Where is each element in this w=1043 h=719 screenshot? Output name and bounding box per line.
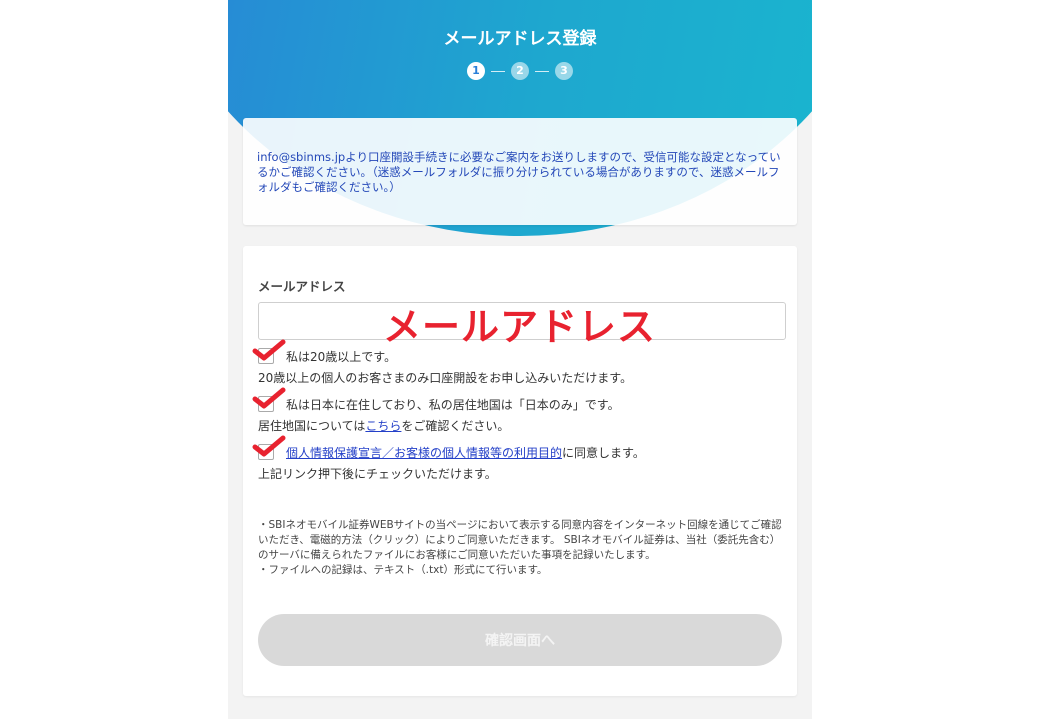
confirm-button[interactable]: 確認画面へ xyxy=(258,614,782,666)
privacy-check-label: 個人情報保護宣言／お客様の個人情報等の利用目的に同意します。 xyxy=(286,444,645,461)
residence-check-note: 居住地国についてはこちらをご確認ください。 xyxy=(258,417,509,434)
red-checkmark-icon xyxy=(252,435,286,457)
step-divider xyxy=(491,70,505,72)
notice-text: info@sbinms.jpより口座開設手続きに必要なご案内をお送りしますので、… xyxy=(257,150,781,194)
privacy-policy-link[interactable]: 個人情報保護宣言／お客様の個人情報等の利用目的 xyxy=(286,446,562,460)
residence-info-link[interactable]: こちら xyxy=(365,419,401,433)
disclaimer-format: ・ファイルへの記録は、テキスト（.txt）形式にて行います。 xyxy=(258,564,548,576)
step-divider xyxy=(535,70,549,72)
residence-check-label: 私は日本に在住しており、私の居住地国は「日本のみ」です。 xyxy=(286,398,620,412)
privacy-check-note: 上記リンク押下後にチェックいただけます。 xyxy=(258,467,497,481)
step-indicator: 1 2 3 xyxy=(228,62,812,80)
age-check-note: 20歳以上の個人のお客さまのみ口座開設をお申し込みいただけます。 xyxy=(258,371,633,385)
page-title: メールアドレス登録 xyxy=(443,29,597,49)
residence-note-prefix: 居住地国については xyxy=(258,419,366,433)
step-2: 2 xyxy=(511,62,529,80)
residence-note-suffix: をご確認ください。 xyxy=(401,419,510,433)
email-annotation: メールアドレス xyxy=(383,305,657,349)
step-1: 1 xyxy=(467,62,485,80)
form-card: メールアドレス メールアドレス 私は20歳以上です。 20歳以上の個人のお客さま… xyxy=(243,246,797,696)
notice-box: info@sbinms.jpより口座開設手続きに必要なご案内をお送りしますので、… xyxy=(243,118,797,225)
disclaimer: ・SBIネオモバイル証券WEBサイトの当ページにおいて表示する同意内容をインター… xyxy=(258,518,784,578)
page-column: メールアドレス登録 1 2 3 info@sbinms.jpより口座開設手続きに… xyxy=(228,0,812,719)
disclaimer-record: ・SBIネオモバイル証券WEBサイトの当ページにおいて表示する同意内容をインター… xyxy=(258,519,782,561)
age-check-label: 私は20歳以上です。 xyxy=(286,350,397,364)
red-checkmark-icon xyxy=(252,339,286,361)
email-label: メールアドレス xyxy=(258,279,346,294)
privacy-label-suffix: に同意します。 xyxy=(562,446,645,460)
step-3: 3 xyxy=(555,62,573,80)
red-checkmark-icon xyxy=(252,387,286,409)
